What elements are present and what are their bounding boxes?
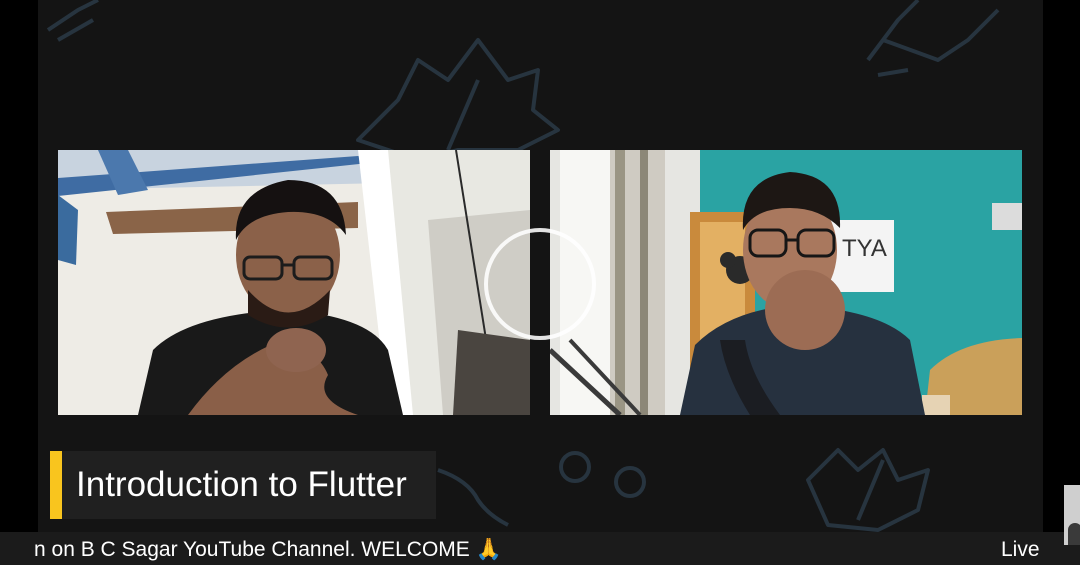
participant-video-icon	[58, 150, 530, 415]
stream-screen: TYA Introduction to Flutter n on B C Sag…	[0, 0, 1080, 565]
ticker-bar: n on B C Sagar YouTube Channel. WELCOME …	[0, 532, 1080, 565]
stream-title-bar: Introduction to Flutter	[50, 451, 436, 519]
ticker-text: n on B C Sagar YouTube Channel. WELCOME …	[34, 538, 502, 561]
spinner-icon	[484, 228, 596, 340]
live-label: Live	[1001, 538, 1040, 561]
participant-video-left[interactable]	[58, 150, 530, 415]
participant-video-right[interactable]: TYA	[550, 150, 1022, 415]
title-accent-stripe	[50, 451, 62, 519]
participant-video-icon: TYA	[550, 150, 1022, 415]
stream-title: Introduction to Flutter	[76, 465, 407, 504]
self-camera-thumbnail[interactable]	[1064, 485, 1080, 545]
wall-sign-text: TYA	[842, 235, 887, 262]
